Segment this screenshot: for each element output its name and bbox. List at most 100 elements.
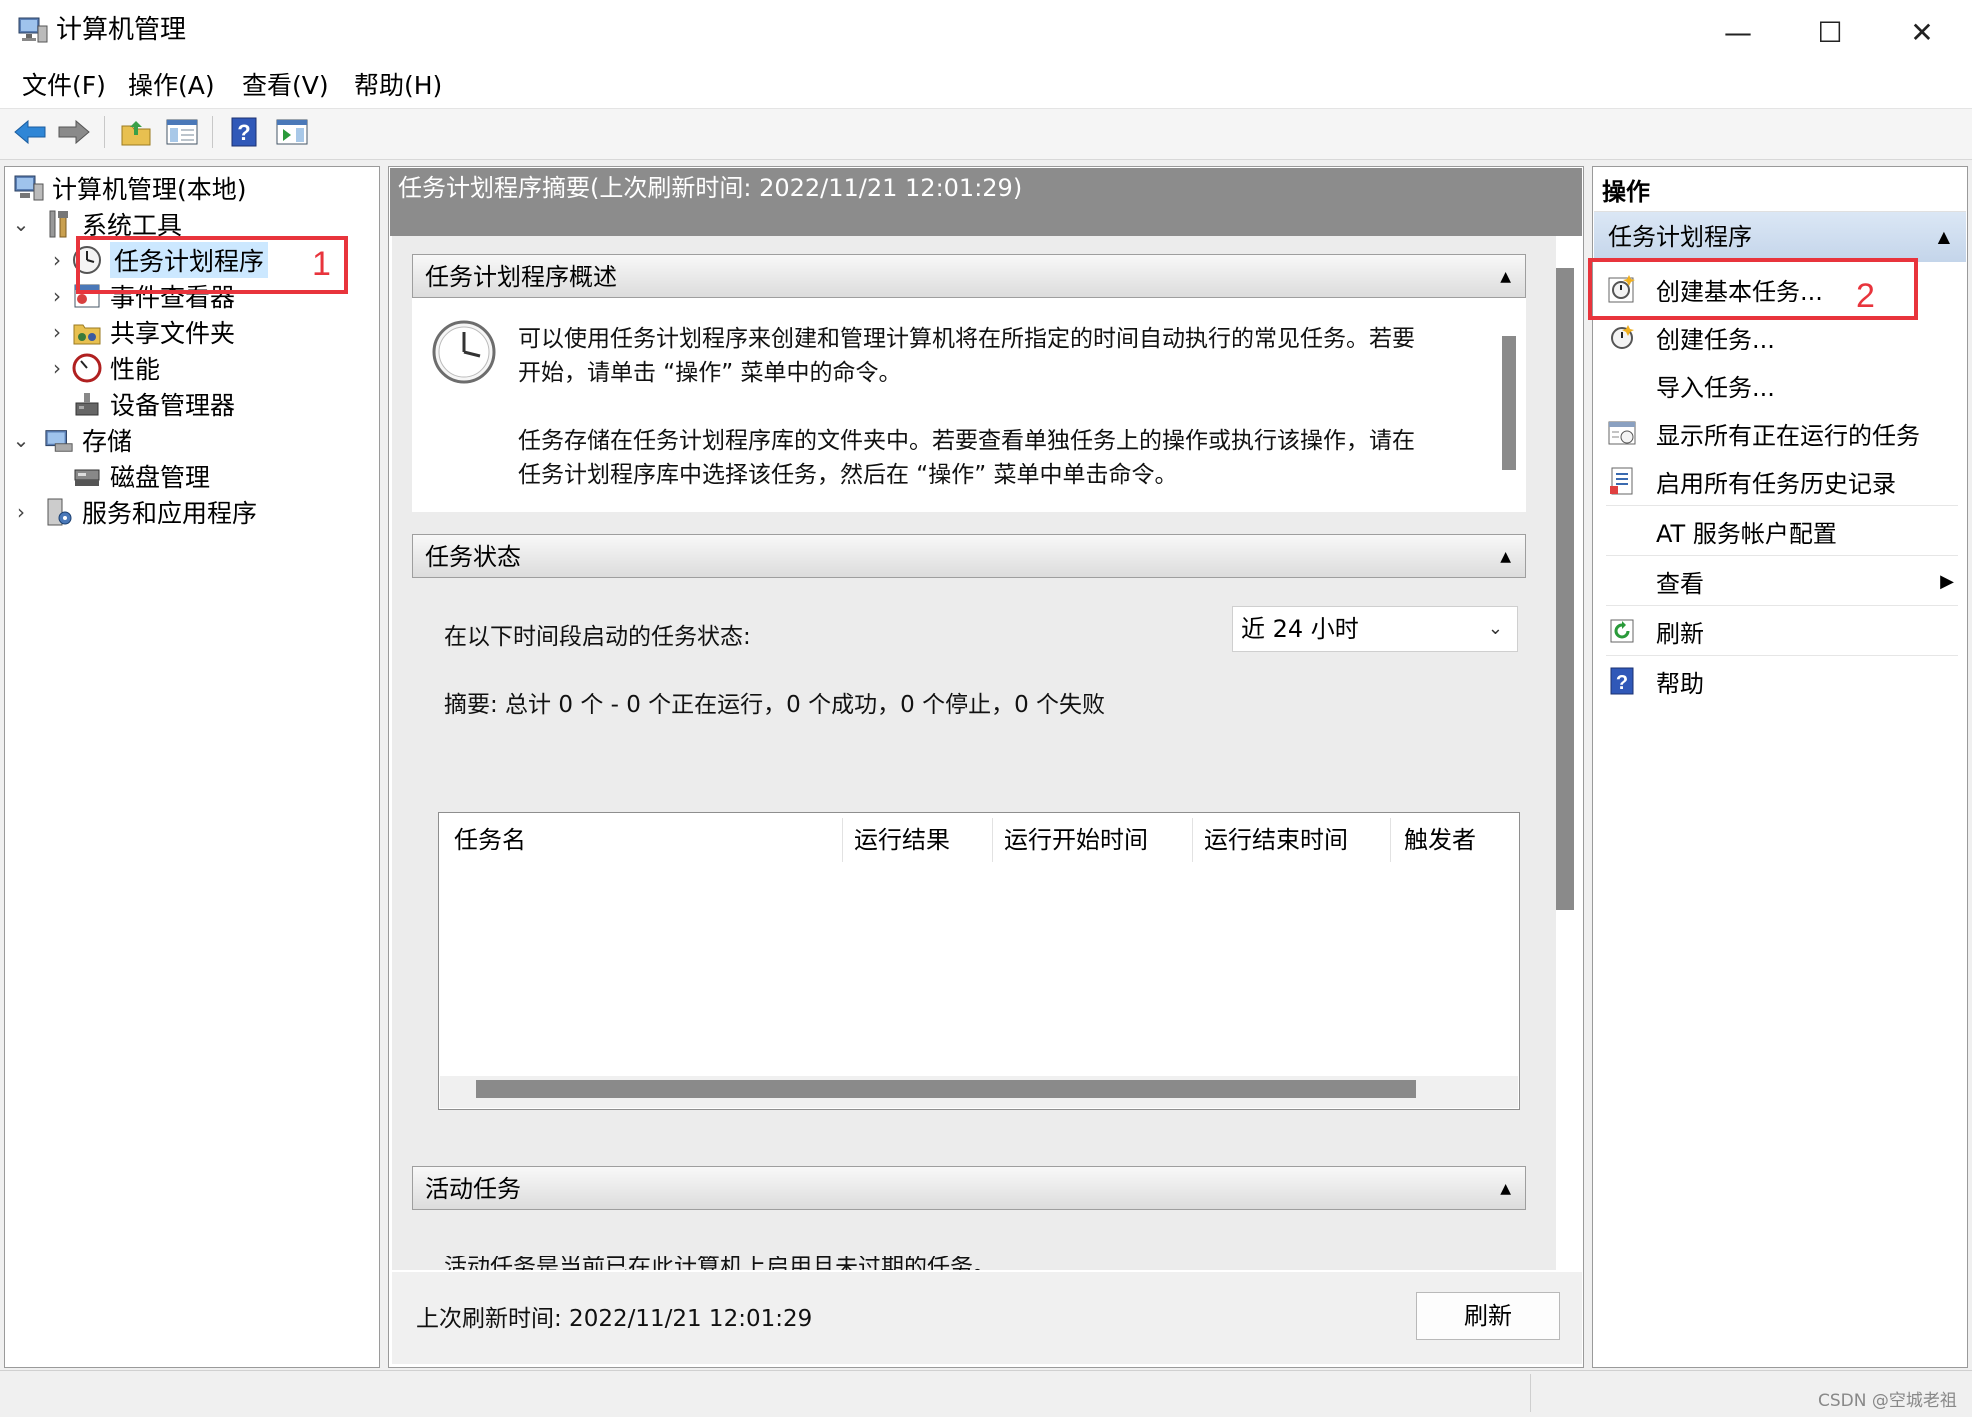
action-show-running-tasks[interactable]: 显示所有正在运行的任务 — [1606, 408, 1962, 458]
menu-file[interactable]: 文件(F) — [22, 68, 106, 104]
column-separator[interactable] — [992, 818, 993, 862]
active-tasks-clipped-text: 活动任务是当前已在此计算机上启用且未过期的任务。 — [444, 1256, 1524, 1270]
tools-icon — [44, 209, 74, 239]
status-bar — [0, 1370, 1972, 1417]
active-tasks-section-title: 活动任务 — [425, 1175, 521, 1203]
action-view[interactable]: 查看 ▶ — [1606, 556, 1962, 606]
chevron-right-icon[interactable]: › — [46, 320, 68, 344]
tree-label: 磁盘管理 — [110, 463, 211, 492]
import-task-icon — [1606, 369, 1638, 401]
column-header-run-result[interactable]: 运行结果 — [854, 818, 950, 862]
action-label: 启用所有任务历史记录 — [1656, 469, 1896, 498]
column-separator[interactable] — [1192, 818, 1193, 862]
action-help[interactable]: ? 帮助 — [1606, 656, 1962, 706]
collapse-arrow-icon[interactable]: ▲ — [1938, 212, 1950, 262]
overview-para1-line1: 可以使用任务计划程序来创建和管理计算机将在所指定的时间自动执行的常见任务。若要 — [518, 326, 1415, 352]
shared-folder-icon — [72, 317, 102, 347]
chevron-right-icon[interactable]: › — [10, 500, 32, 524]
action-label: 刷新 — [1656, 619, 1704, 648]
menu-help[interactable]: 帮助(H) — [354, 68, 442, 104]
forward-arrow-icon[interactable] — [54, 112, 94, 152]
collapse-arrow-icon[interactable]: ▲ — [1500, 1167, 1511, 1211]
svg-text:?: ? — [237, 120, 250, 145]
action-label: 查看 — [1656, 569, 1704, 598]
view-icon — [1606, 565, 1638, 597]
tree-item-shared-folders[interactable]: › 共享文件夹 — [10, 314, 268, 350]
show-hide-tree-icon[interactable] — [162, 112, 202, 152]
vertical-scrollbar-thumb[interactable] — [1556, 268, 1574, 910]
tree-item-services-apps[interactable]: › 服务和应用程序 — [10, 494, 268, 530]
status-section-header[interactable]: 任务状态 ▲ — [412, 534, 1526, 578]
submenu-arrow-icon: ▶ — [1940, 570, 1954, 592]
collapse-arrow-icon[interactable]: ▲ — [1500, 255, 1511, 299]
menu-action[interactable]: 操作(A) — [128, 68, 215, 104]
window-title: 计算机管理 — [56, 15, 187, 45]
active-tasks-description: 活动任务是当前已在此计算机上启用且未过期的任务。 — [444, 1256, 996, 1270]
column-separator[interactable] — [842, 818, 843, 862]
column-header-run-end[interactable]: 运行结束时间 — [1204, 818, 1348, 862]
tree-label: 服务和应用程序 — [82, 499, 258, 528]
tree-item-device-manager[interactable]: 设备管理器 — [10, 386, 268, 422]
title-bar — [0, 0, 1972, 64]
services-icon — [44, 497, 74, 527]
computer-management-icon — [18, 16, 48, 44]
history-icon — [1606, 465, 1638, 497]
overview-section-title: 任务计划程序概述 — [425, 263, 617, 291]
actions-group-task-scheduler[interactable]: 任务计划程序 ▲ — [1594, 212, 1966, 262]
column-header-task-name[interactable]: 任务名 — [454, 818, 526, 862]
chevron-right-icon[interactable]: › — [46, 284, 68, 308]
tree-item-storage[interactable]: ⌄ 存储 — [10, 422, 268, 458]
tree-item-disk-management[interactable]: 磁盘管理 — [10, 458, 268, 494]
minimize-button[interactable]: — — [1692, 0, 1784, 64]
up-folder-icon[interactable] — [116, 112, 156, 152]
active-tasks-section-header[interactable]: 活动任务 ▲ — [412, 1166, 1526, 1210]
actions-group-title: 任务计划程序 — [1608, 223, 1752, 251]
action-label: AT 服务帐户配置 — [1656, 519, 1837, 548]
chevron-down-icon[interactable]: ⌄ — [10, 428, 32, 452]
svg-text:?: ? — [1616, 672, 1628, 694]
status-period-dropdown[interactable]: 近 24 小时 ⌄ — [1232, 606, 1518, 652]
action-import-task[interactable]: 导入任务... — [1606, 360, 1962, 410]
tree-label: 设备管理器 — [110, 391, 236, 420]
action-label: 显示所有正在运行的任务 — [1656, 421, 1920, 450]
back-arrow-icon[interactable] — [10, 112, 50, 152]
collapse-arrow-icon[interactable]: ▲ — [1500, 535, 1511, 579]
chevron-right-icon[interactable]: › — [46, 356, 68, 380]
column-separator[interactable] — [1390, 818, 1391, 862]
action-refresh[interactable]: 刷新 — [1606, 606, 1962, 656]
help-icon[interactable]: ? — [224, 112, 264, 152]
actions-pane-title: 操作 — [1594, 172, 1966, 212]
menu-view[interactable]: 查看(V) — [242, 68, 329, 104]
maximize-button[interactable]: ☐ — [1784, 0, 1876, 64]
overview-scrollbar-thumb[interactable] — [1502, 336, 1516, 470]
chevron-right-icon[interactable]: › — [46, 248, 68, 272]
show-hide-action-pane-icon[interactable] — [272, 112, 312, 152]
tree-label: 计算机管理(本地) — [52, 175, 247, 204]
close-button[interactable]: ✕ — [1876, 0, 1968, 64]
status-summary: 摘要: 总计 0 个 - 0 个正在运行，0 个成功，0 个停止，0 个失败 — [444, 692, 1106, 718]
action-at-service-account[interactable]: AT 服务帐户配置 — [1606, 506, 1962, 556]
tree-container: 计算机管理(本地) ⌄ 系统工具 › 任务计划程序 › 事件查看器 › 共享文件… — [10, 170, 269, 530]
computer-management-icon — [14, 173, 44, 203]
chevron-down-icon: ⌄ — [1487, 618, 1503, 639]
column-header-run-start[interactable]: 运行开始时间 — [1004, 818, 1148, 862]
dropdown-value: 近 24 小时 — [1241, 615, 1359, 643]
column-header-triggered-by[interactable]: 触发者 — [1404, 818, 1476, 862]
tree-label: 存储 — [82, 427, 133, 456]
overview-section-header[interactable]: 任务计划程序概述 ▲ — [412, 254, 1526, 298]
overview-para2-line1: 任务存储在任务计划程序库的文件夹中。若要查看单独任务上的操作或执行该操作，请在 — [518, 428, 1415, 454]
task-status-table — [438, 812, 1520, 1110]
status-bar-separator — [1530, 1374, 1531, 1412]
refresh-button[interactable]: 刷新 — [1416, 1292, 1560, 1340]
action-label: 导入任务... — [1656, 373, 1775, 402]
tree-item-performance[interactable]: › 性能 — [10, 350, 268, 386]
running-tasks-icon — [1606, 417, 1638, 449]
at-service-icon — [1606, 515, 1638, 547]
last-refresh-time: 上次刷新时间: 2022/11/21 12:01:29 — [416, 1306, 813, 1332]
overview-para2-line2: 任务计划程序库中选择该任务，然后在 “操作” 菜单中单击命令。 — [518, 462, 1178, 488]
chevron-down-icon[interactable]: ⌄ — [10, 212, 32, 236]
action-enable-history[interactable]: 启用所有任务历史记录 — [1606, 456, 1962, 506]
tree-item-computer-management[interactable]: 计算机管理(本地) — [10, 170, 268, 206]
status-period-label: 在以下时间段启动的任务状态: — [444, 624, 751, 650]
horizontal-scrollbar-thumb[interactable] — [476, 1080, 1416, 1098]
